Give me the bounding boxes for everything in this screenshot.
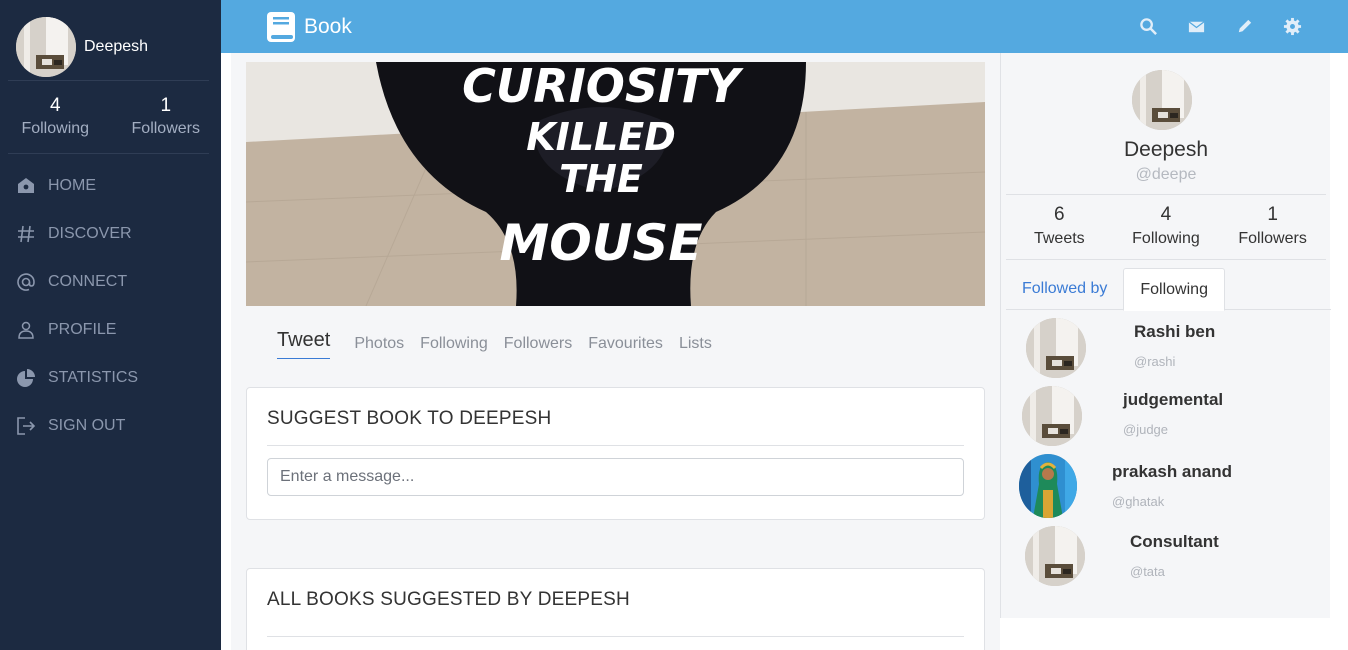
sidebar-stats: 4 Following 1 Followers	[0, 81, 221, 153]
tweets-count: 6	[1054, 204, 1065, 225]
tab-followed-by[interactable]: Followed by	[1006, 268, 1123, 310]
tab-following[interactable]: Following	[420, 335, 488, 359]
sidebar-item-label: DISCOVER	[48, 225, 132, 242]
main-column: CURIOSITY KILLED THE MOUSE Tweet Photos …	[231, 53, 1000, 650]
card-divider	[267, 445, 964, 446]
sidebar-item-label: PROFILE	[48, 321, 117, 338]
pie-chart-icon	[16, 368, 36, 388]
follower-name[interactable]: prakash anand	[1112, 462, 1232, 482]
sidebar-item-profile[interactable]: PROFILE	[0, 306, 221, 354]
follower-info: Consultant @tata	[1130, 526, 1219, 586]
sidebar-user-name: Deepesh	[84, 38, 149, 55]
message-input[interactable]	[267, 458, 964, 496]
suggest-book-title: SUGGEST BOOK TO DEEPESH	[267, 408, 552, 429]
pencil-icon[interactable]	[1233, 16, 1255, 38]
followers-count: 1	[1267, 204, 1278, 225]
follower-handle: @tata	[1130, 564, 1165, 579]
sidebar-item-label: CONNECT	[48, 273, 128, 290]
sidebar-nav: HOME DISCOVER CONNECT PROFILE STATISTICS…	[0, 162, 221, 450]
book-icon	[266, 11, 296, 43]
divider	[1006, 259, 1326, 260]
profile-panel: Deepesh @deepe 6 Tweets 4 Following 1 Fo…	[1000, 53, 1331, 618]
card-divider	[267, 636, 964, 637]
follower-name[interactable]: judgemental	[1123, 390, 1223, 410]
divider	[1006, 194, 1326, 195]
follower-info: judgemental @judge	[1123, 386, 1223, 446]
stat-following[interactable]: 4 Following	[1113, 203, 1220, 251]
avatar[interactable]	[1025, 526, 1085, 586]
list-item[interactable]: Rashi ben @rashi	[1026, 318, 1215, 378]
tab-followers[interactable]: Followers	[504, 335, 572, 359]
tab-lists[interactable]: Lists	[679, 335, 712, 359]
follower-handle: @ghatak	[1112, 494, 1165, 509]
profile-avatar[interactable]	[1132, 70, 1192, 130]
envelope-icon[interactable]	[1185, 16, 1207, 38]
followers-label: Followers	[131, 120, 200, 137]
list-item[interactable]: judgemental @judge	[1022, 386, 1223, 446]
svg-text:KILLED: KILLED	[526, 115, 676, 159]
follower-name[interactable]: Consultant	[1130, 532, 1219, 552]
svg-text:MOUSE: MOUSE	[499, 214, 702, 272]
sidebar-item-label: SIGN OUT	[48, 417, 126, 434]
gear-icon[interactable]	[1281, 16, 1303, 38]
sidebar-item-connect[interactable]: CONNECT	[0, 258, 221, 306]
follow-tabs: Followed by Following	[1006, 268, 1331, 311]
tab-photos[interactable]: Photos	[354, 335, 404, 359]
avatar[interactable]	[1019, 454, 1077, 518]
follower-info: prakash anand @ghatak	[1112, 454, 1232, 518]
sidebar-item-sign-out[interactable]: SIGN OUT	[0, 402, 221, 450]
tab-favourites[interactable]: Favourites	[588, 335, 663, 359]
follower-handle: @judge	[1123, 422, 1169, 437]
sidebar-item-label: HOME	[48, 177, 96, 194]
user-icon	[16, 320, 36, 340]
list-item[interactable]: Consultant @tata	[1025, 526, 1219, 586]
tweets-label: Tweets	[1033, 230, 1085, 247]
stat-tweets[interactable]: 6 Tweets	[1006, 203, 1113, 251]
avatar[interactable]	[1022, 386, 1082, 446]
profile-stats: 6 Tweets 4 Following 1 Followers	[1006, 203, 1326, 251]
svg-text:CURIOSITY: CURIOSITY	[462, 62, 744, 113]
followers-count: 1	[160, 95, 172, 116]
avatar[interactable]	[1026, 318, 1086, 378]
top-icons	[1111, 0, 1303, 53]
home-icon	[16, 176, 36, 196]
follower-info: Rashi ben @rashi	[1134, 318, 1215, 378]
sidebar-item-label: STATISTICS	[48, 369, 139, 386]
following-label: Following	[1132, 230, 1200, 247]
suggest-book-card: SUGGEST BOOK TO DEEPESH	[246, 387, 985, 520]
sidebar-item-home[interactable]: HOME	[0, 162, 221, 210]
sidebar-profile[interactable]: Deepesh	[0, 0, 221, 80]
stat-followers[interactable]: 1 Followers	[1219, 203, 1326, 251]
svg-text:THE: THE	[559, 157, 643, 201]
follower-handle: @rashi	[1134, 354, 1176, 369]
brand-name: Book	[304, 14, 352, 38]
following-label: Following	[21, 120, 90, 137]
all-books-card: ALL BOOKS SUGGESTED BY DEEPESH	[246, 568, 985, 650]
brand[interactable]: Book	[266, 11, 352, 43]
cover-image: CURIOSITY KILLED THE MOUSE	[246, 62, 985, 306]
sidebar-divider	[8, 153, 209, 154]
sidebar-item-statistics[interactable]: STATISTICS	[0, 354, 221, 402]
at-icon	[16, 272, 36, 292]
search-icon[interactable]	[1137, 16, 1159, 38]
sidebar-item-discover[interactable]: DISCOVER	[0, 210, 221, 258]
list-item[interactable]: prakash anand @ghatak	[1019, 454, 1232, 518]
hashtag-icon	[16, 224, 36, 244]
follower-name[interactable]: Rashi ben	[1134, 322, 1215, 342]
tab-tweet[interactable]: Tweet	[277, 329, 331, 359]
profile-name: Deepesh	[1123, 138, 1209, 161]
profile-handle: @deepe	[1135, 166, 1197, 183]
top-bar: Book	[221, 0, 1348, 53]
sidebar: Deepesh 4 Following 1 Followers HOME DIS…	[0, 0, 221, 650]
following-count: 4	[1160, 204, 1172, 225]
following-count: 4	[49, 95, 61, 116]
tab-following[interactable]: Following	[1123, 268, 1225, 311]
all-books-title: ALL BOOKS SUGGESTED BY DEEPESH	[267, 589, 630, 610]
profile-tabs: Tweet Photos Following Followers Favouri…	[277, 329, 728, 359]
sign-out-icon	[16, 416, 36, 436]
user-avatar[interactable]	[16, 17, 76, 77]
followers-label: Followers	[1238, 230, 1307, 247]
sidebar-stat-following[interactable]: 4 Following	[0, 94, 111, 140]
sidebar-stat-followers[interactable]: 1 Followers	[111, 94, 222, 140]
